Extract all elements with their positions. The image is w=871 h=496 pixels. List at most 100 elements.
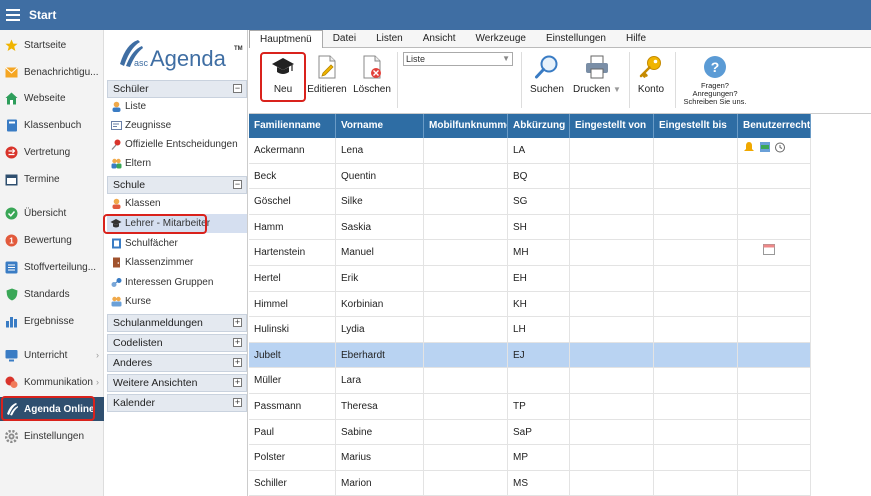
nav-item-termine[interactable]: Termine xyxy=(0,167,104,191)
table-cell xyxy=(424,368,508,394)
menu-tab-hilfe[interactable]: Hilfe xyxy=(616,30,656,48)
section-kalender[interactable]: Kalender + xyxy=(107,394,247,412)
hamburger-menu-icon[interactable] xyxy=(6,6,20,24)
edit-document-icon xyxy=(314,54,340,80)
ribbon-separator xyxy=(675,52,676,108)
expand-icon[interactable]: + xyxy=(233,338,242,347)
nav-item-unterricht[interactable]: Unterricht › xyxy=(0,343,104,367)
nav-item-kommunikation[interactable]: Kommunikation › xyxy=(0,370,104,394)
menu-tab-ansicht[interactable]: Ansicht xyxy=(413,30,466,48)
table-row[interactable]: Müller Lara xyxy=(249,368,811,394)
chevron-down-icon: ▼ xyxy=(502,54,510,63)
nav-item-standards[interactable]: Standards xyxy=(0,282,104,306)
loeschen-button[interactable]: Löschen xyxy=(353,54,391,106)
calendar-icon xyxy=(5,173,18,186)
table-row[interactable]: Jubelt Eberhardt EJ xyxy=(249,342,811,369)
table-cell xyxy=(424,394,508,419)
table-row[interactable]: Hulinski Lydia LH xyxy=(249,317,811,343)
permissions-icons[interactable] xyxy=(743,138,791,163)
collapse-icon[interactable]: − xyxy=(233,180,242,189)
table-cell xyxy=(424,163,508,189)
table-cell xyxy=(570,240,654,266)
list-view-select[interactable]: Liste ▼ xyxy=(403,52,513,66)
expand-icon[interactable]: + xyxy=(233,378,242,387)
table-cell xyxy=(654,163,738,189)
column-header[interactable]: Benutzerrechte xyxy=(738,114,811,138)
nav-item-ergebnisse[interactable]: Ergebnisse xyxy=(0,309,104,333)
calendar-permission-icon[interactable] xyxy=(743,240,775,265)
table-row[interactable]: Paul Sabine SaP xyxy=(249,419,811,446)
table-row[interactable]: Hertel Erik EH xyxy=(249,266,811,292)
section-schulanmeldungen[interactable]: Schulanmeldungen + xyxy=(107,314,247,332)
table-row[interactable]: Passmann Theresa TP xyxy=(249,394,811,420)
feedback-button[interactable]: ? Fragen? Anregungen? Schreiben Sie uns. xyxy=(681,54,749,106)
table-row[interactable]: Hamm Saskia SH xyxy=(249,214,811,241)
table-cell: SH xyxy=(508,214,570,240)
table-row[interactable]: Göschel Silke SG xyxy=(249,189,811,215)
expand-icon[interactable]: + xyxy=(233,358,242,367)
sub-item-schulfaecher[interactable]: Schulfächer xyxy=(107,234,247,253)
sub-item-offizielle-entscheidungen[interactable]: Offizielle Entscheidungen xyxy=(107,135,247,154)
nav-item-stoffverteilung[interactable]: Stoffverteilung... xyxy=(0,255,104,279)
sub-item-eltern[interactable]: Eltern xyxy=(107,154,247,173)
column-header[interactable]: Vorname xyxy=(336,114,424,138)
section-schule[interactable]: Schule − xyxy=(107,176,247,194)
ribbon-separator xyxy=(629,52,630,108)
column-header[interactable]: Eingestellt von xyxy=(570,114,654,138)
table-row[interactable]: Schiller Marion MS xyxy=(249,470,811,496)
section-codelisten[interactable]: Codelisten + xyxy=(107,334,247,352)
nav-item-bewertung[interactable]: 1 Bewertung xyxy=(0,228,104,252)
sub-item-zeugnisse[interactable]: Zeugnisse xyxy=(107,116,247,135)
section-anderes[interactable]: Anderes + xyxy=(107,354,247,372)
drucken-button[interactable]: Drucken ▼ xyxy=(573,54,621,106)
table-cell xyxy=(570,214,654,240)
sub-item-label: Klassenzimmer xyxy=(125,257,194,268)
sub-item-klassen[interactable]: Klassen xyxy=(107,194,247,213)
editieren-button[interactable]: Editieren xyxy=(307,54,347,106)
table-cell: Schiller xyxy=(249,470,336,496)
table-cell xyxy=(424,342,508,368)
nav-item-klassenbuch[interactable]: Klassenbuch xyxy=(0,113,104,137)
nav-item-einstellungen[interactable]: Einstellungen xyxy=(0,424,104,448)
table-row[interactable]: Polster Marius MP xyxy=(249,445,811,471)
column-header[interactable]: Mobilfunknummer xyxy=(424,114,508,138)
table-cell: MP xyxy=(508,445,570,471)
nav-item-übersicht[interactable]: Übersicht xyxy=(0,201,104,225)
column-header[interactable]: Eingestellt bis xyxy=(654,114,738,138)
table-cell: Erik xyxy=(336,266,424,291)
table-row[interactable]: Hartenstein Manuel MH xyxy=(249,240,811,266)
suchen-button[interactable]: Suchen xyxy=(529,54,565,106)
expand-icon[interactable]: + xyxy=(233,318,242,327)
collapse-icon[interactable]: − xyxy=(233,84,242,93)
sub-item-kurse[interactable]: Kurse xyxy=(107,292,247,311)
nav-item-benachrichtigu[interactable]: Benachrichtigu... xyxy=(0,60,104,84)
column-header[interactable]: Familienname xyxy=(249,114,336,138)
menu-tab-listen[interactable]: Listen xyxy=(366,30,413,48)
menu-tab-hauptmenü[interactable]: Hauptmenü xyxy=(249,30,323,48)
suchen-label: Suchen xyxy=(530,84,564,95)
nav-item-webseite[interactable]: Webseite xyxy=(0,86,104,110)
table-cell xyxy=(424,214,508,240)
sub-item-klassenzimmer[interactable]: Klassenzimmer xyxy=(107,253,247,272)
nav-item-startseite[interactable]: Startseite xyxy=(0,33,104,57)
dropdown-arrow-icon[interactable]: ▼ xyxy=(613,85,621,94)
column-header[interactable]: Abkürzung xyxy=(508,114,570,138)
table-row[interactable]: Himmel Korbinian KH xyxy=(249,291,811,318)
section-weitere-ansichten[interactable]: Weitere Ansichten + xyxy=(107,374,247,392)
menu-tab-datei[interactable]: Datei xyxy=(323,30,366,48)
table-row[interactable]: Ackermann Lena LA xyxy=(249,138,811,164)
table-cell xyxy=(570,138,654,163)
table-cell xyxy=(738,240,811,266)
section-schule-title: Schule xyxy=(113,179,146,191)
section-schueler[interactable]: Schüler − xyxy=(107,80,247,98)
sub-item-interessen-gruppen[interactable]: Interessen Gruppen xyxy=(107,273,247,292)
menu-tab-einstellungen[interactable]: Einstellungen xyxy=(536,30,616,48)
pin-icon xyxy=(110,139,122,151)
sub-item-liste[interactable]: Liste xyxy=(107,97,247,116)
nav-item-vertretung[interactable]: Vertretung xyxy=(0,140,104,164)
home-icon xyxy=(5,92,18,105)
expand-icon[interactable]: + xyxy=(233,398,242,407)
menu-tab-werkzeuge[interactable]: Werkzeuge xyxy=(466,30,536,48)
konto-button[interactable]: Konto xyxy=(635,54,667,106)
table-row[interactable]: Beck Quentin BQ xyxy=(249,163,811,190)
